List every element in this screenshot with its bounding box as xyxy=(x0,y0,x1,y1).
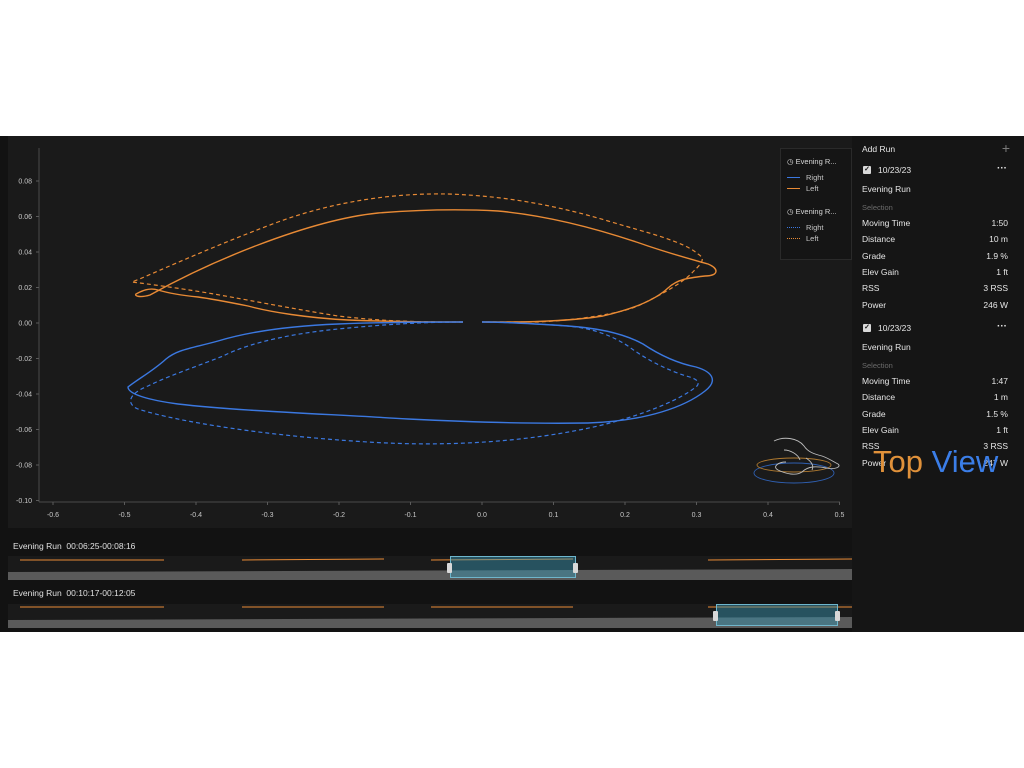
legend-run2-title: ◷ Evening R... xyxy=(787,207,849,216)
x-tick-label: -0.6 xyxy=(47,512,59,519)
strip1-handle-left[interactable] xyxy=(447,563,452,573)
y-tick-label: -0.04 xyxy=(16,392,32,399)
run2-checkbox[interactable]: ✓ xyxy=(863,324,871,332)
legend-run1-title: ◷ Evening R... xyxy=(787,157,849,166)
clock-icon: ◷ xyxy=(787,157,794,166)
app-window: 0.08 0.06 0.04 0.02 0.00 -0.02 -0.04 -0.06 -0.08… xyxy=(0,136,1024,632)
strip1-handle-right[interactable] xyxy=(573,563,578,573)
strip2-title: Evening Run 00:10:17-00:12:05 xyxy=(13,588,136,598)
plus-icon[interactable]: + xyxy=(1002,140,1010,156)
add-run-label: Add Run xyxy=(862,144,896,154)
y-tick-label: 0.06 xyxy=(18,214,32,221)
stat-value: 1 ft xyxy=(996,425,1008,435)
strip2-handle-right[interactable] xyxy=(835,611,840,621)
stat-label: Moving Time xyxy=(862,218,911,228)
x-tick-label: -0.2 xyxy=(333,512,345,519)
chart-legend: ◷ Evening R... Right Left ◷ Evening R...… xyxy=(780,148,852,260)
stat-value: 1 m xyxy=(993,392,1008,402)
run1-name: Evening Run xyxy=(862,184,911,194)
stat-label: Grade xyxy=(862,409,886,419)
run1-checkbox[interactable]: ✓ xyxy=(863,166,871,174)
run-sidebar: Add Run + ✓ 10/23/23 ··· Evening Run Sel… xyxy=(852,136,1024,632)
stat-value: 10 m xyxy=(989,234,1008,244)
x-tick-label: 0.1 xyxy=(549,512,559,519)
stat-label: Distance xyxy=(862,392,896,402)
right-foot-path-run2 xyxy=(130,321,699,445)
legend-run2-right: Right xyxy=(787,223,824,232)
y-tick-label: -0.08 xyxy=(16,463,32,470)
legend-right-label: Right xyxy=(806,173,824,182)
stat-value: 1:47 xyxy=(991,376,1008,386)
x-tick-label: 0.0 xyxy=(477,512,487,519)
clock-icon: ◷ xyxy=(787,207,794,216)
run2-more-icon[interactable]: ··· xyxy=(997,321,1007,332)
y-tick-label: 0.04 xyxy=(18,250,32,257)
legend-right-label: Right xyxy=(806,223,824,232)
left-foot-path-run2 xyxy=(131,193,703,323)
strip1-title: Evening Run 00:06:25-00:08:16 xyxy=(13,541,136,551)
stat-label: Elev Gain xyxy=(862,267,899,277)
x-tick-label: -0.4 xyxy=(190,512,202,519)
x-tick-label: -0.5 xyxy=(118,512,130,519)
y-tick-label: -0.02 xyxy=(16,356,32,363)
runner-figure-icon xyxy=(753,437,840,484)
trajectory-plot[interactable]: 0.08 0.06 0.04 0.02 0.00 -0.02 -0.04 -0.06 -0.08… xyxy=(8,136,852,528)
legend-run1-left: Left xyxy=(787,184,819,193)
y-tick-label: 0.00 xyxy=(18,321,32,328)
legend-left-label: Left xyxy=(806,234,819,243)
legend-run1-label: Evening R... xyxy=(795,157,837,166)
legend-run2-left: Left xyxy=(787,234,819,243)
x-tick-label: 0.4 xyxy=(763,512,773,519)
legend-left-label: Left xyxy=(806,184,819,193)
stat-label: Grade xyxy=(862,251,886,261)
stat-label: Elev Gain xyxy=(862,425,899,435)
legend-swatch-dotted-blue xyxy=(787,227,800,228)
stat-value: 1.9 % xyxy=(986,251,1008,261)
timeline-strip-2[interactable] xyxy=(8,604,852,628)
legend-swatch-solid-blue xyxy=(787,177,800,178)
run1-date: 10/23/23 xyxy=(878,165,912,175)
stat-value: 1 ft xyxy=(996,267,1008,277)
trajectory-chart: 0.08 0.06 0.04 0.02 0.00 -0.02 -0.04 -0.06 -0.08… xyxy=(16,148,845,519)
right-foot-path-run1 xyxy=(127,321,714,424)
legend-swatch-dotted-orange xyxy=(787,238,800,239)
x-tick-label: -0.3 xyxy=(261,512,273,519)
timeline-strip-1[interactable] xyxy=(8,556,852,580)
stat-label: Moving Time xyxy=(862,376,911,386)
stat-value: 246 W xyxy=(983,300,1008,310)
brand-word-top: Top xyxy=(873,444,923,479)
strip2-selection[interactable] xyxy=(716,604,838,626)
y-tick-label: -0.06 xyxy=(16,427,32,434)
stat-value: 1.5 % xyxy=(986,409,1008,419)
run1-selection-label: Selection xyxy=(862,203,893,212)
brand-logo: Top View xyxy=(873,444,998,480)
y-tick-label: 0.08 xyxy=(18,179,32,186)
stat-label: Power xyxy=(862,300,887,310)
strip1-selection[interactable] xyxy=(450,556,576,578)
stat-value: 3 RSS xyxy=(983,283,1008,293)
x-tick-label: -0.1 xyxy=(404,512,416,519)
y-tick-label: -0.10 xyxy=(16,498,32,505)
stat-label: RSS xyxy=(862,283,880,293)
strip2-handle-left[interactable] xyxy=(713,611,718,621)
run1-more-icon[interactable]: ··· xyxy=(997,163,1007,174)
run2-name: Evening Run xyxy=(862,342,911,352)
x-tick-label: 0.5 xyxy=(835,512,845,519)
legend-swatch-solid-orange xyxy=(787,188,800,189)
stat-label: Distance xyxy=(862,234,896,244)
x-tick-label: 0.2 xyxy=(620,512,630,519)
stat-value: 1:50 xyxy=(991,218,1008,228)
run2-date: 10/23/23 xyxy=(878,323,912,333)
legend-run2-label: Evening R... xyxy=(795,207,837,216)
legend-run1-right: Right xyxy=(787,173,824,182)
y-tick-label: 0.02 xyxy=(18,285,32,292)
strip1-graph xyxy=(8,558,852,580)
run2-selection-label: Selection xyxy=(862,361,893,370)
x-tick-label: 0.3 xyxy=(692,512,702,519)
brand-word-view: View xyxy=(931,444,999,479)
